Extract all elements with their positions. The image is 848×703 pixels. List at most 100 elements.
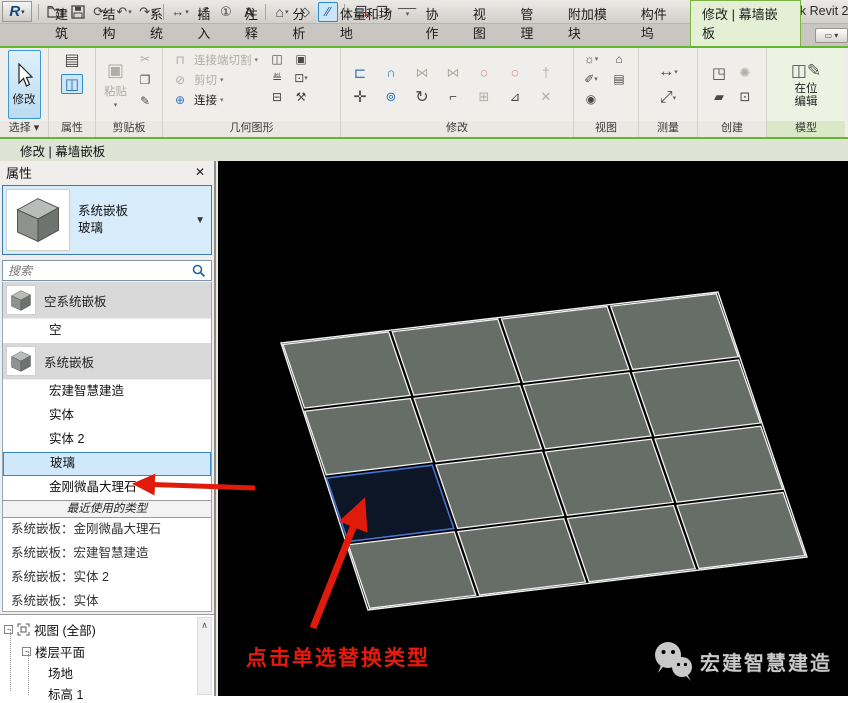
revit-logo-button[interactable]: R▾ — [2, 1, 32, 22]
tab-0[interactable]: 建筑 — [44, 1, 91, 46]
tab-1[interactable]: 结构 — [91, 1, 138, 46]
trim-extend-corner-icon[interactable]: ⌐ — [442, 87, 464, 107]
recent-type-item[interactable]: 系统嵌板：金刚微晶大理石 — [3, 518, 211, 542]
recent-type-item[interactable]: 系统嵌板：实体 — [3, 590, 211, 612]
tree-item[interactable]: -楼层平面 — [22, 642, 85, 660]
tree-item[interactable]: 场地 — [48, 663, 73, 681]
type-properties-icon[interactable]: ▤ — [61, 50, 83, 70]
curtain-panel-r4c1[interactable] — [348, 532, 476, 609]
paint-icon[interactable]: ⊟ — [266, 88, 288, 106]
tab-4[interactable]: 注释 — [234, 1, 281, 46]
split-face-icon[interactable]: ▣ — [290, 50, 312, 68]
curtain-panel-r2c1[interactable] — [305, 399, 432, 475]
tree-item[interactable]: 标高 1 — [48, 684, 83, 702]
copy-element-icon[interactable]: ⊚ — [380, 87, 402, 107]
measure-between-points-icon[interactable]: ⤢▾ — [657, 88, 679, 108]
tab-7[interactable]: 协作 — [414, 1, 461, 46]
curtain-panel-r2c2[interactable] — [414, 386, 541, 462]
curtain-panel-r4c3[interactable] — [567, 506, 695, 582]
tree-collapse-icon[interactable]: - — [22, 647, 31, 656]
edit-in-place-button[interactable]: ◫✎ 在位 编辑 — [786, 50, 826, 119]
panel-select-label[interactable]: 选择 ▾ — [0, 121, 48, 137]
join-geometry-button[interactable]: ⊕连接▾ — [169, 90, 258, 109]
search-input[interactable] — [3, 264, 191, 278]
curtain-panel-r1c4[interactable] — [611, 294, 739, 370]
camera-icon[interactable]: ◉ — [580, 90, 602, 108]
split-with-gap-icon[interactable]: ◌ — [504, 63, 526, 83]
wall-joins-icon[interactable]: ◫ — [266, 50, 288, 68]
hide-elements-icon[interactable]: ▤ — [608, 70, 630, 88]
curtain-panel-r2c3[interactable] — [523, 373, 651, 449]
view-visibility-icon[interactable]: ☼▾ — [580, 50, 602, 68]
tab-2[interactable]: 系统 — [139, 1, 186, 46]
family-header[interactable]: 系统嵌板 — [3, 343, 211, 380]
tab-5[interactable]: 分析 — [281, 1, 328, 46]
scale-icon[interactable]: ⊿ — [504, 87, 526, 107]
tree-item[interactable]: -视图 (全部) — [4, 620, 96, 638]
chevron-down-icon[interactable]: ▼ — [195, 215, 205, 226]
tab-8[interactable]: 视图 — [462, 1, 509, 46]
type-item-selected[interactable]: 玻璃 — [3, 452, 211, 476]
family-header[interactable]: 空系统嵌板 — [3, 282, 211, 319]
beam-cope-icon[interactable]: ≝ — [266, 69, 288, 87]
close-icon[interactable]: ✕ — [192, 165, 208, 179]
create-similar-icon[interactable]: ◳ — [708, 63, 730, 83]
curtain-panel-r3c3[interactable] — [545, 439, 673, 515]
ruler-icon[interactable]: ↔▾ — [657, 62, 679, 82]
tree-collapse-icon[interactable]: - — [4, 625, 13, 634]
tab-10[interactable]: 附加模块 — [557, 1, 630, 46]
align-icon[interactable]: ⊏ — [349, 63, 371, 83]
paste-button[interactable]: ▣ 粘贴 ▾ — [99, 50, 132, 119]
offset-icon[interactable]: ∩ — [380, 63, 402, 83]
type-item[interactable]: 空 — [3, 319, 211, 343]
type-item[interactable]: 实体 2 — [3, 428, 211, 452]
linework-brush-icon[interactable]: ✐▾ — [580, 70, 602, 88]
type-item[interactable]: 金刚微晶大理石 — [3, 476, 211, 500]
curtain-panel-r4c4[interactable] — [677, 492, 805, 568]
tab-6[interactable]: 体量和场地 — [329, 1, 415, 46]
cut-geometry-button[interactable]: ⊘剪切▾ — [169, 70, 258, 89]
cut-icon[interactable]: ✂ — [134, 50, 156, 68]
copy-icon[interactable]: ❐ — [134, 71, 156, 89]
type-selector[interactable]: 系统嵌板 玻璃 ▼ — [2, 185, 212, 255]
create-group-icon[interactable]: ✺ — [734, 63, 756, 83]
join-end-cut-button[interactable]: ⊓连接端切割▾ — [169, 50, 258, 69]
tab-3[interactable]: 插入 — [186, 1, 233, 46]
search-icon[interactable] — [191, 263, 207, 279]
render-icon[interactable]: ⌂ — [608, 50, 630, 68]
curtain-panel-r3c1-selected[interactable] — [326, 465, 453, 541]
curtain-panel-r1c1[interactable] — [283, 332, 410, 408]
modify-button[interactable]: 修改 — [8, 50, 41, 119]
type-item[interactable]: 实体 — [3, 404, 211, 428]
properties-palette-icon[interactable]: ◫ — [61, 74, 83, 94]
array-icon[interactable]: ⊞ — [473, 87, 495, 107]
curtain-panel-r3c2[interactable] — [436, 452, 564, 528]
move-icon[interactable]: ✛ — [349, 87, 371, 107]
tab-contextual-modify[interactable]: 修改 | 幕墙嵌板 — [690, 0, 801, 46]
mirror-draw-axis-icon[interactable]: ⋈ — [442, 63, 464, 83]
curtain-panel-r1c2[interactable] — [392, 319, 519, 395]
match-type-properties-icon[interactable]: ✎ — [134, 92, 156, 110]
tab-9[interactable]: 管理 — [509, 1, 556, 46]
tree-scrollbar[interactable]: ∧ — [197, 617, 212, 695]
demolish-hammer-icon[interactable]: ⚒ — [290, 88, 312, 106]
ribbon-display-toggle[interactable]: ▭ ▾ — [815, 28, 848, 43]
curtain-panel-r1c3[interactable] — [501, 306, 628, 382]
scroll-up-icon[interactable]: ∧ — [198, 618, 211, 633]
recent-type-item[interactable]: 系统嵌板：宏建智慧建造 — [3, 542, 211, 566]
pin-icon[interactable]: † — [535, 63, 557, 83]
tab-11[interactable]: 构件坞 — [630, 1, 690, 46]
create-assembly-icon[interactable]: ⊡ — [734, 87, 756, 107]
drawing-area[interactable]: 宏建智慧建造 — [218, 161, 848, 696]
recent-type-item[interactable]: 系统嵌板：实体 2 — [3, 566, 211, 590]
mirror-pick-axis-icon[interactable]: ⋈ — [411, 63, 433, 83]
delete-icon[interactable]: ✕ — [535, 87, 557, 107]
rotate-icon[interactable]: ↻ — [411, 87, 433, 107]
curtain-panel-r3c4[interactable] — [655, 426, 783, 502]
create-parts-icon[interactable]: ▰ — [708, 87, 730, 107]
curtain-panel-r2c4[interactable] — [633, 360, 761, 436]
curtain-panel-r4c2[interactable] — [458, 519, 586, 595]
apply-coping-icon[interactable]: ⊡▾ — [290, 69, 312, 87]
split-element-icon[interactable]: ◌ — [473, 63, 495, 83]
type-item[interactable]: 宏建智慧建造 — [3, 380, 211, 404]
